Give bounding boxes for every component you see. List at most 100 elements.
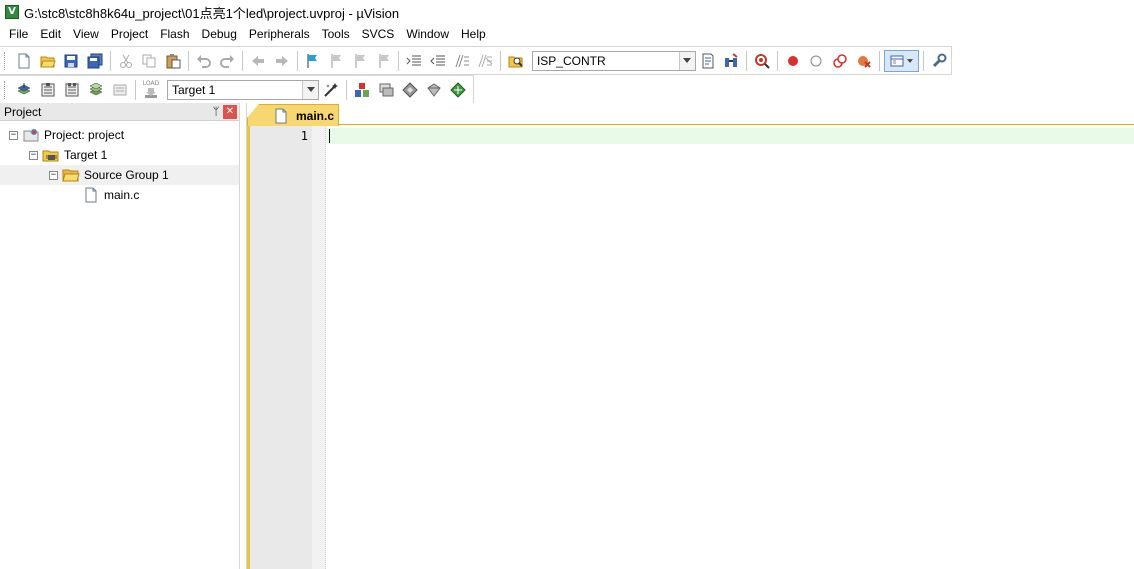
paste-button[interactable] [162, 50, 184, 72]
chevron-down-icon[interactable] [302, 80, 318, 99]
toolbar-separator [746, 50, 748, 71]
clear-bookmarks-button[interactable] [373, 50, 395, 72]
menu-svcs[interactable]: SVCS [356, 24, 401, 44]
code-editor[interactable]: 1 [247, 126, 1134, 569]
fold-margin [312, 126, 326, 569]
menu-edit[interactable]: Edit [34, 24, 67, 44]
tree-node-file[interactable]: main.c [0, 185, 239, 205]
find-document-icon [702, 53, 714, 68]
translate-button[interactable] [13, 79, 35, 101]
find-combo[interactable]: ISP_CONTR [531, 50, 696, 71]
build-button[interactable] [37, 79, 59, 101]
navigate-forward-button[interactable] [271, 50, 293, 72]
collapse-icon[interactable]: − [29, 150, 38, 160]
menu-tools[interactable]: Tools [316, 24, 356, 44]
breakpoints-kill-all-icon [857, 55, 871, 68]
close-icon[interactable]: ✕ [223, 104, 237, 119]
translate-stack-icon [17, 82, 31, 94]
undo-button[interactable] [193, 50, 215, 72]
line-number: 1 [300, 129, 308, 143]
c-file-icon [82, 187, 100, 203]
find-in-files-button[interactable] [505, 50, 527, 72]
rebuild-button[interactable] [61, 79, 83, 101]
menu-project[interactable]: Project [105, 24, 154, 44]
menu-help[interactable]: Help [455, 24, 492, 44]
toolbar-separator [346, 79, 347, 100]
debug-session-button[interactable] [751, 50, 773, 72]
tree-node-target[interactable]: − Target 1 [0, 145, 239, 165]
project-icon [22, 127, 40, 143]
new-file-button[interactable] [13, 50, 35, 72]
toolbar-separator [776, 50, 778, 71]
open-folder-icon [39, 56, 56, 67]
build-toolbar: LOAD Target 1 [0, 75, 474, 104]
download-button[interactable]: LOAD [140, 79, 162, 101]
menu-file[interactable]: File [3, 24, 34, 44]
select-packs-button[interactable] [375, 79, 397, 101]
comment-button[interactable] [451, 50, 473, 72]
window-layout-button[interactable] [883, 49, 920, 72]
tab-main-c[interactable]: main.c [247, 104, 339, 126]
redo-button[interactable] [217, 50, 239, 72]
insert-bookmark-button[interactable] [302, 50, 324, 72]
unindent-button[interactable] [427, 50, 449, 72]
collapse-icon[interactable]: − [49, 170, 58, 180]
menu-peripherals[interactable]: Peripherals [243, 24, 316, 44]
cut-button[interactable] [115, 50, 137, 72]
toolbar-grip[interactable] [4, 80, 7, 99]
copy-button[interactable] [138, 50, 160, 72]
incremental-find-button[interactable] [697, 50, 719, 72]
insert-breakpoint-button[interactable] [782, 50, 804, 72]
collapse-icon[interactable]: − [9, 130, 18, 140]
pack-green-button[interactable] [447, 79, 469, 101]
find-button[interactable] [721, 50, 743, 72]
save-icon [64, 54, 78, 67]
target-options-button[interactable] [320, 79, 342, 101]
menu-flash[interactable]: Flash [154, 24, 195, 44]
batch-build-icon [89, 82, 103, 95]
breakpoints-disable-all-icon [833, 53, 847, 68]
tree-node-label: main.c [104, 188, 140, 202]
toolbar-grip[interactable] [4, 51, 7, 70]
pack-installer-button[interactable] [423, 79, 445, 101]
indent-button[interactable] [403, 50, 425, 72]
pin-icon[interactable]: ᛘ [209, 106, 223, 118]
prev-bookmark-button[interactable] [325, 50, 347, 72]
target-select[interactable]: Target 1 [167, 79, 319, 100]
editor-area: main.c 1 [247, 103, 1134, 569]
rebuild-icon [65, 82, 79, 96]
next-bookmark-button[interactable] [349, 50, 371, 72]
tree-node-project[interactable]: − Project: project [0, 125, 239, 145]
menu-debug[interactable]: Debug [196, 24, 243, 44]
uvision-app-icon[interactable]: V [5, 5, 19, 19]
disable-all-breakpoints-button[interactable] [829, 50, 851, 72]
menu-window[interactable]: Window [400, 24, 455, 44]
chevron-down-icon [907, 58, 914, 63]
unindent-icon [430, 55, 445, 65]
panel-splitter[interactable] [239, 103, 247, 569]
tree-node-source-group[interactable]: − Source Group 1 [0, 165, 239, 185]
tree-node-label: Source Group 1 [84, 168, 169, 182]
save-button[interactable] [60, 50, 82, 72]
uncomment-button[interactable] [475, 50, 497, 72]
toolbar-separator [500, 50, 502, 71]
magic-wand-icon [324, 82, 338, 97]
manage-components-button[interactable] [351, 79, 373, 101]
batch-build-button[interactable] [85, 79, 107, 101]
enable-breakpoint-button[interactable] [806, 50, 828, 72]
manage-rte-button[interactable] [399, 79, 421, 101]
stop-build-button[interactable] [109, 79, 131, 101]
save-all-button[interactable] [84, 50, 106, 72]
navigate-back-button[interactable] [247, 50, 269, 72]
code-text-area[interactable] [326, 126, 1134, 569]
current-line-highlight [326, 128, 1134, 144]
kill-all-breakpoints-button[interactable] [853, 50, 875, 72]
chevron-down-icon[interactable] [678, 51, 695, 70]
toolbar-separator [135, 79, 136, 100]
toolbar-separator [109, 50, 111, 71]
open-file-button[interactable] [37, 50, 59, 72]
menu-view[interactable]: View [67, 24, 105, 44]
breakpoint-icon [787, 55, 798, 66]
configure-button[interactable] [928, 50, 950, 72]
save-all-icon [87, 53, 103, 68]
